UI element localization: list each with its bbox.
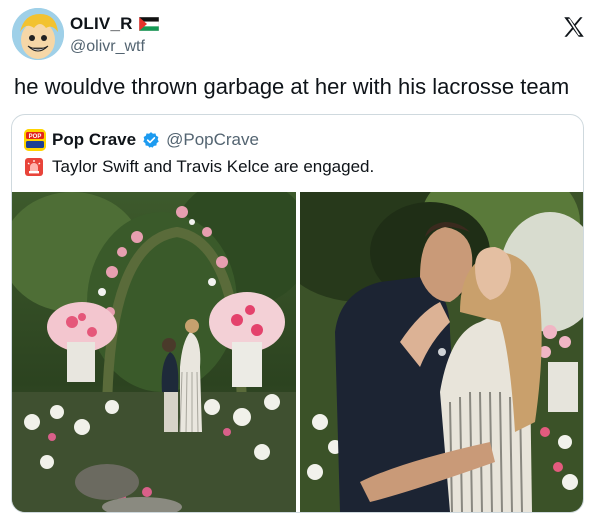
- tweet-text: he wouldve thrown garbage at her with hi…: [14, 74, 570, 99]
- quoted-post-header: POP Pop Crave @PopCrave: [24, 129, 259, 151]
- quoted-text-row: Taylor Swift and Travis Kelce are engage…: [24, 157, 374, 177]
- quoted-post-card[interactable]: POP Pop Crave @PopCrave Taylor Swift and…: [11, 114, 584, 513]
- svg-text:POP: POP: [29, 134, 42, 140]
- author-name-row: OLIV_R: [70, 14, 159, 34]
- verified-badge-icon: [143, 132, 159, 148]
- quoted-post-text: Taylor Swift and Travis Kelce are engage…: [52, 157, 375, 176]
- x-logo-icon[interactable]: [561, 14, 587, 40]
- post-header: OLIV_R @olivr_wtf: [12, 8, 587, 64]
- cartoon-avatar-icon[interactable]: [12, 8, 64, 60]
- garden-proposal-photo[interactable]: [12, 192, 296, 512]
- rotating-light-icon: [25, 158, 43, 176]
- quoted-handle[interactable]: @PopCrave: [166, 130, 259, 150]
- palestine-flag-icon: [138, 17, 159, 31]
- pop-crave-logo-icon[interactable]: POP: [24, 129, 46, 151]
- author-handle[interactable]: @olivr_wtf: [70, 38, 145, 56]
- quoted-display-name[interactable]: Pop Crave: [52, 130, 136, 150]
- author-display-name[interactable]: OLIV_R: [70, 14, 133, 34]
- couple-embrace-photo[interactable]: [300, 192, 583, 512]
